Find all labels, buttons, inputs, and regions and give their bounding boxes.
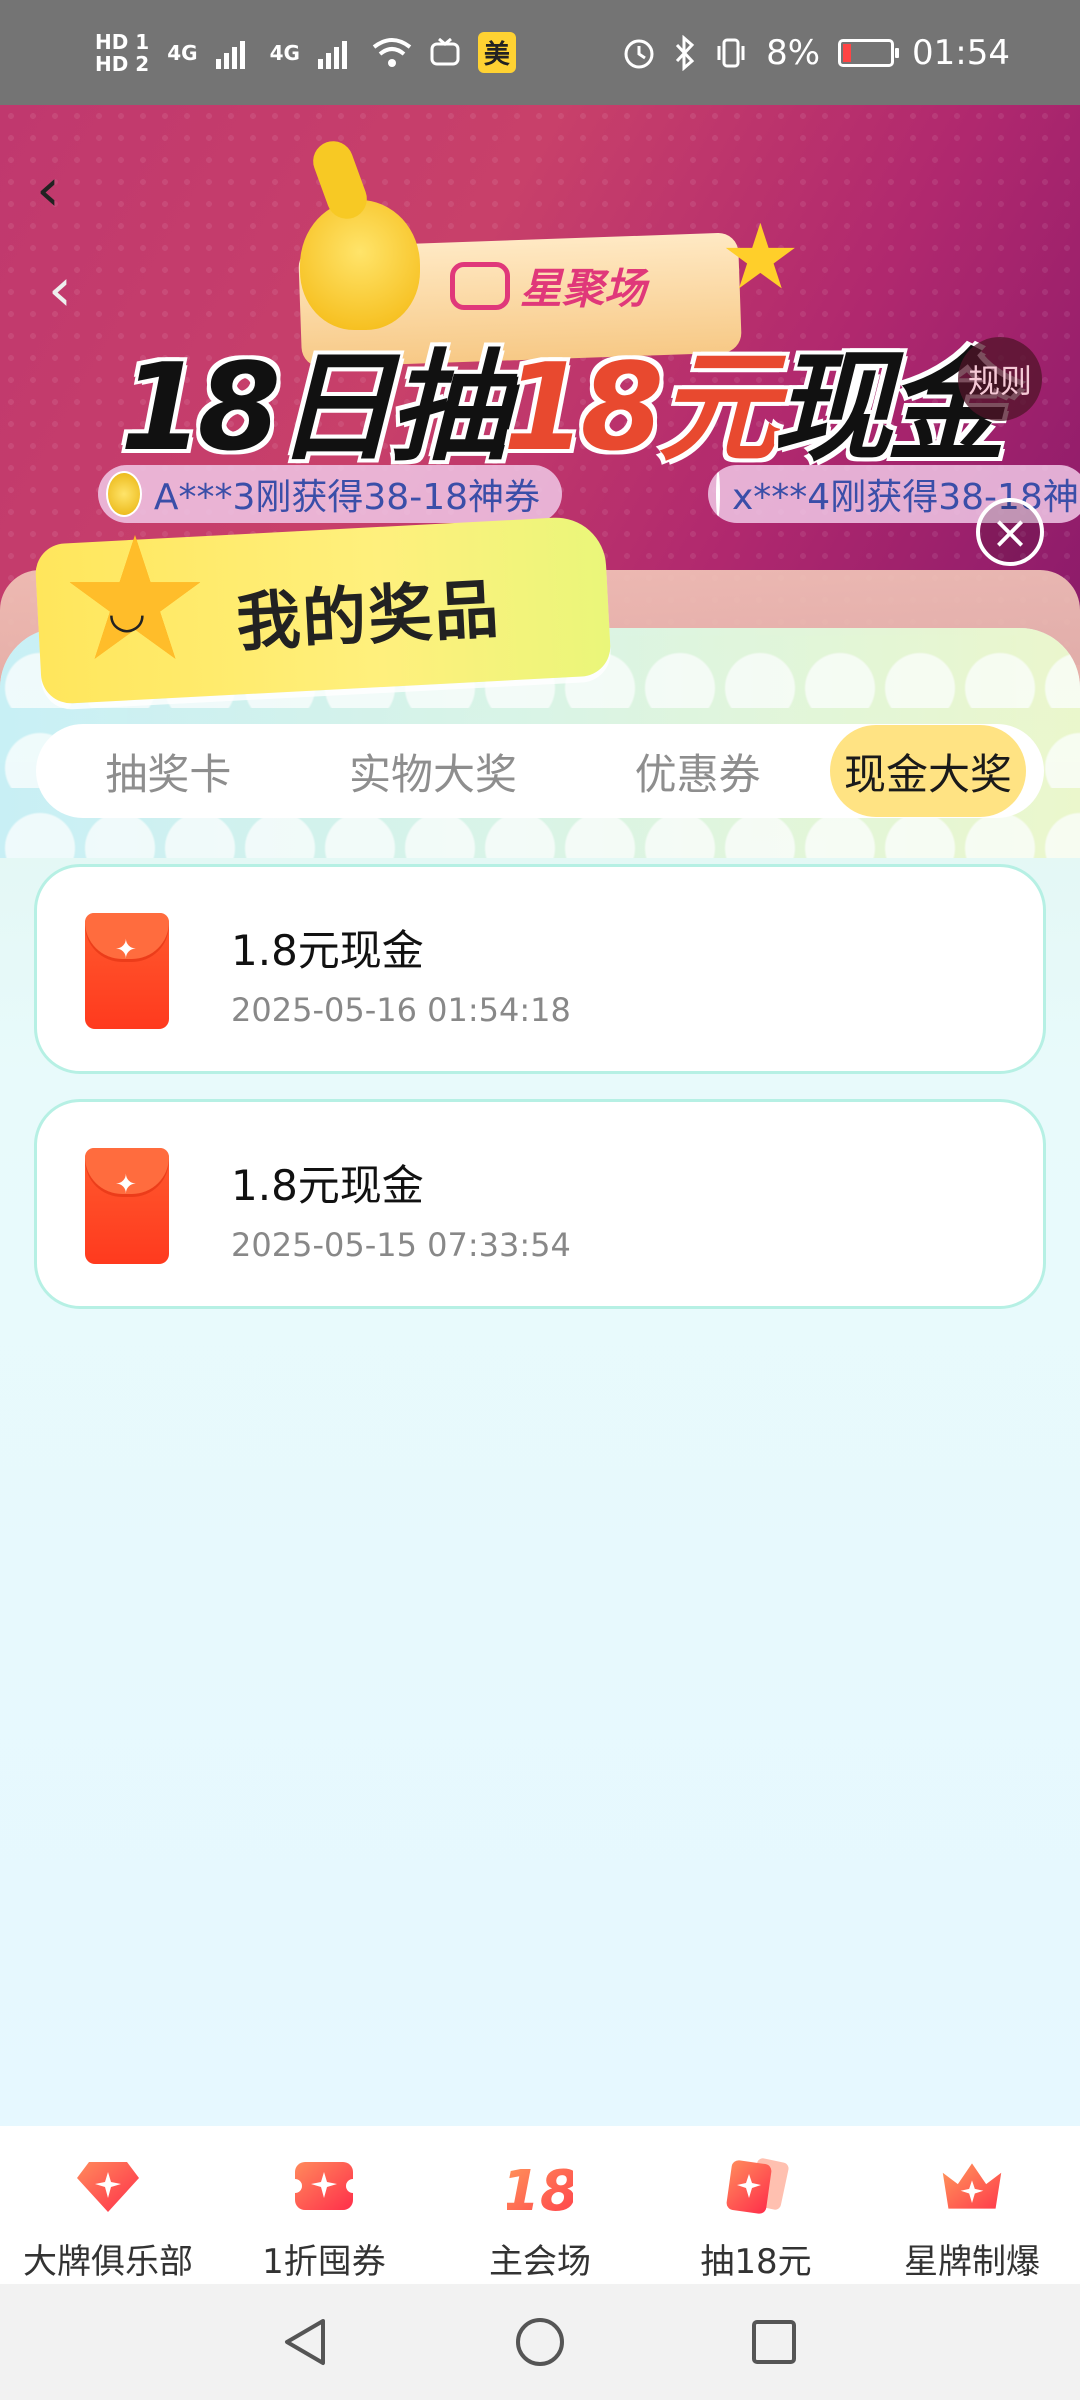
signal-icon (215, 40, 245, 69)
wifi-icon (372, 37, 412, 67)
card-icon (723, 2156, 789, 2216)
svg-text:18: 18 (507, 2159, 573, 2216)
gamepad-icon (450, 261, 510, 310)
prize-time: 2025-05-15 07:33:54 (231, 1226, 571, 1264)
battery-percent: 8% (766, 32, 821, 73)
tab-cash-prize[interactable]: 现金大奖 (830, 725, 1027, 817)
nav-item-main-venue[interactable]: 18 主会场 (432, 2126, 648, 2284)
prize-card[interactable]: ✦ 1.8元现金 2025-05-16 01:54:18 (34, 864, 1046, 1074)
network-label-2: 4G (269, 40, 300, 65)
title-part1: 18日抽 (120, 339, 509, 478)
modal-title: 我的奖品 (234, 573, 503, 661)
nav-item-brand-club[interactable]: 大牌俱乐部 (0, 2126, 216, 2284)
status-bar: HD 1 HD 2 4G 4G 美 8% 01:54 (0, 0, 1080, 105)
back-icon-secondary[interactable]: ‹ (48, 260, 72, 320)
avatar (716, 471, 720, 517)
smile-face-icon: ◡ (110, 587, 144, 638)
vibrate-icon (717, 38, 745, 67)
star-icon: ★ (720, 205, 801, 310)
title-accent: 18元 (503, 339, 778, 478)
alarm-icon (624, 39, 654, 68)
bluetooth-icon (675, 34, 695, 71)
ticker-text: A***3刚获得38-18神券 (153, 477, 540, 518)
back-icon[interactable]: ‹ (36, 160, 60, 220)
nav-label: 1折囤券 (262, 2242, 386, 2282)
tv-icon (430, 37, 460, 65)
back-triangle-icon[interactable] (279, 2315, 333, 2369)
status-right: 8% 01:54 (622, 33, 1010, 73)
signal-icon (317, 40, 347, 69)
nav-label: 抽18元 (700, 2242, 812, 2282)
network-label-1: 4G (167, 40, 198, 65)
prize-card[interactable]: ✦ 1.8元现金 2025-05-15 07:33:54 (34, 1099, 1046, 1309)
red-envelope-icon: ✦ (85, 1148, 169, 1264)
nav-item-star-card[interactable]: 星牌制爆 (864, 2126, 1080, 2284)
sparkle-icon: ✦ (115, 1170, 137, 1200)
nav-item-draw-18[interactable]: 抽18元 (648, 2126, 864, 2284)
hd2-label: HD 2 (95, 51, 150, 76)
nav-item-coupons[interactable]: 1折囤券 (216, 2126, 432, 2284)
app-badge: 美 (477, 32, 516, 73)
recents-square-icon[interactable] (747, 2315, 801, 2369)
tab-coupon[interactable]: 优惠券 (565, 724, 830, 818)
status-left: HD 1 HD 2 4G 4G 美 (95, 31, 516, 75)
battery-icon (838, 38, 900, 67)
sub-logo: 星聚场 (450, 255, 646, 316)
star-mascot: ★ ◡ (59, 515, 211, 685)
sub-logo-text: 星聚场 (520, 264, 647, 313)
sparkle-icon: ✦ (115, 935, 137, 965)
tab-lottery-card[interactable]: 抽奖卡 (36, 724, 301, 818)
close-icon: × (990, 505, 1030, 559)
prizes-modal (0, 628, 1080, 2128)
rules-button[interactable]: 规则 (958, 337, 1042, 421)
banner-title: 18日抽18元现金 (120, 310, 1006, 484)
nav-label: 大牌俱乐部 (23, 2242, 193, 2282)
home-circle-icon[interactable] (513, 2315, 567, 2369)
system-nav-bar (0, 2284, 1080, 2400)
prize-tabs: 抽奖卡 实物大奖 优惠券 现金大奖 (36, 724, 1044, 818)
crown-icon (939, 2156, 1005, 2216)
eighteen-icon: 18 (507, 2156, 573, 2216)
tab-physical-prize[interactable]: 实物大奖 (301, 724, 566, 818)
red-envelope-icon: ✦ (85, 913, 169, 1029)
hd1-label: HD 1 (95, 29, 150, 54)
status-time: 01:54 (912, 32, 1010, 73)
close-button[interactable]: × (976, 498, 1044, 566)
prize-name: 1.8元现金 (231, 926, 424, 975)
nav-label: 星牌制爆 (904, 2242, 1040, 2282)
bottom-nav: 大牌俱乐部 1折囤券 18 主会场 (0, 2126, 1080, 2284)
nav-label: 主会场 (489, 2242, 591, 2282)
hd-labels: HD 1 HD 2 (95, 31, 149, 75)
diamond-icon (75, 2156, 141, 2216)
prize-name: 1.8元现金 (231, 1161, 424, 1210)
prize-time: 2025-05-16 01:54:18 (231, 991, 571, 1029)
coupon-icon (291, 2156, 357, 2216)
